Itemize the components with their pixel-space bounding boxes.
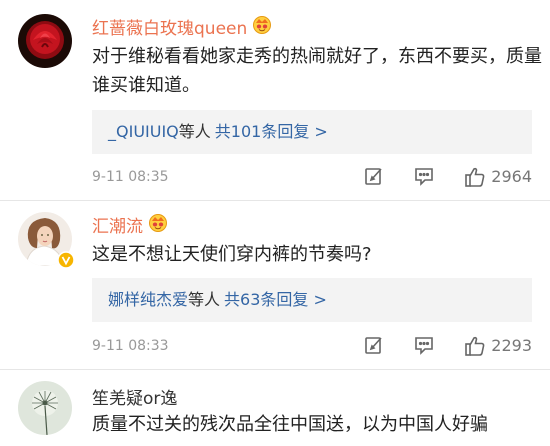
reply-suffix: 等人 (188, 290, 221, 309)
reply-count-link[interactable]: 共63条回复 > (224, 290, 327, 309)
comment-meta: 9-11 08:33 2293 (92, 335, 532, 357)
comment-text: 质量不过关的残次品全往中国送，以为中国人好骗 (92, 414, 488, 435)
reply-user[interactable]: _QIUIUIQ (108, 122, 179, 141)
repost-icon[interactable] (364, 166, 384, 188)
username[interactable]: 笙羌疑or逸 (92, 384, 177, 409)
comment-icon[interactable] (414, 166, 434, 188)
comment-icon[interactable] (414, 335, 434, 357)
divider (0, 369, 550, 370)
like-count: 2964 (491, 167, 532, 186)
reply-user[interactable]: 娜样纯杰爱 (108, 290, 188, 309)
reply-summary[interactable]: _QIUIUIQ等人 共101条回复 > (92, 110, 532, 154)
avatar-rose[interactable] (18, 14, 72, 68)
comment-time: 9-11 08:33 (92, 338, 169, 354)
like-thumb-icon[interactable] (464, 166, 486, 188)
reply-count-link[interactable]: 共101条回复 > (215, 122, 328, 141)
username-text[interactable]: 笙羌疑or逸 (92, 384, 177, 409)
verified-badge-icon (57, 251, 75, 269)
username[interactable]: 汇潮流 (92, 212, 169, 237)
comment-text: 对于维秘看看她家走秀的热闹就好了，东西不要买，质量谁买谁知道。 (92, 46, 542, 96)
like-count: 2293 (491, 336, 532, 355)
avatar-dandelion[interactable] (18, 381, 72, 435)
comment-meta: 9-11 08:35 2964 (92, 166, 532, 188)
reply-suffix: 等人 (178, 122, 211, 141)
vip-crown-icon (147, 212, 169, 237)
vip-crown-icon (251, 14, 273, 39)
username-text[interactable]: 汇潮流 (92, 212, 143, 237)
divider (0, 200, 550, 201)
comment-text: 这是不想让天使们穿内裤的节奏吗? (92, 244, 372, 265)
like-thumb-icon[interactable] (464, 335, 486, 357)
username[interactable]: 红蔷薇白玫瑰queen (92, 14, 273, 39)
repost-icon[interactable] (364, 335, 384, 357)
reply-summary[interactable]: 娜样纯杰爱等人 共63条回复 > (92, 278, 532, 322)
comment-time: 9-11 08:35 (92, 169, 169, 185)
username-text[interactable]: 红蔷薇白玫瑰queen (92, 14, 247, 39)
